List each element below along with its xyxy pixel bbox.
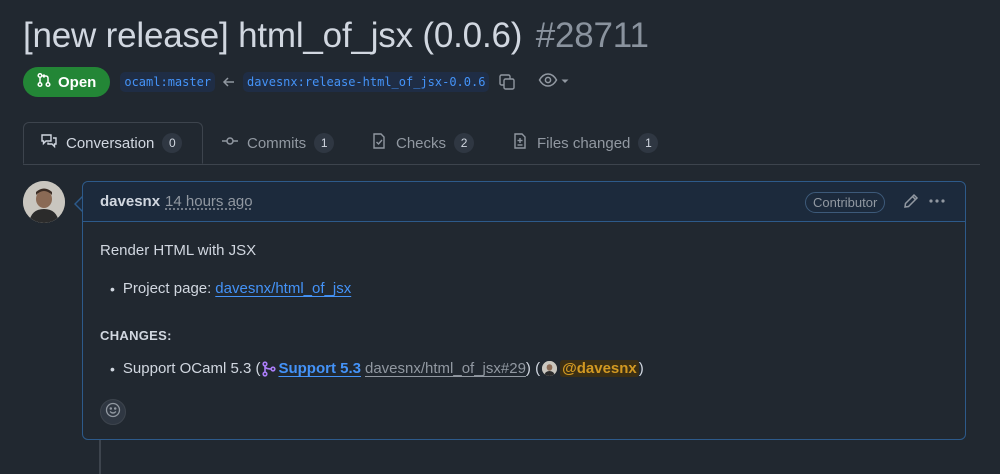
user-mention[interactable]: @davesnx [560,360,639,377]
checks-icon [370,132,388,154]
contributor-badge: Contributor [805,192,886,213]
tab-checks[interactable]: Checks 2 [370,122,475,164]
kebab-horizontal-icon[interactable] [928,193,946,213]
tab-count: 2 [454,133,475,153]
bullet: • [110,280,115,297]
tab-count: 1 [638,133,659,153]
chevron-down-icon [560,73,570,91]
arrow-left-icon [222,75,236,89]
file-diff-icon [511,132,529,154]
project-link[interactable]: davesnx/html_of_jsx [215,280,351,297]
tab-files-changed[interactable]: Files changed 1 [511,122,659,164]
eye-icon [538,72,558,93]
tab-conversation[interactable]: Conversation 0 [23,122,203,164]
watch-toggle[interactable] [538,72,570,93]
pr-ref[interactable]: davesnx/html_of_jsx#29 [365,360,526,377]
commit-icon [221,132,239,154]
tab-count: 1 [314,133,335,153]
changes-heading: CHANGES: [100,328,172,343]
avatar[interactable] [23,181,65,223]
list-item: • Project page: davesnx/html_of_jsx [110,280,351,297]
list-item: • Support OCaml 5.3 ( Support 5.3 davesn… [110,360,644,377]
mention-avatar [542,361,558,376]
tab-count: 0 [162,133,183,153]
conversation-icon [40,132,58,154]
timeline-line [99,440,101,474]
comment-intro: Render HTML with JSX [100,242,257,259]
base-branch[interactable]: ocaml:master [120,72,216,92]
paren-text: ) ( [525,360,541,377]
head-branch[interactable]: davesnx:release-html_of_jsx-0.0.6 [243,72,490,92]
tab-commits[interactable]: Commits 1 [221,122,335,164]
bullet: • [110,360,115,377]
tab-label: Files changed [537,134,631,152]
merged-pr-icon [262,360,277,377]
pencil-icon[interactable] [903,193,919,213]
close-paren: ) [638,360,644,377]
tab-label: Commits [247,134,307,152]
tab-label: Conversation [66,134,155,152]
pr-link[interactable]: Support 5.3 [278,360,361,377]
comment-timestamp[interactable]: 14 hours ago [165,193,253,210]
status-label: Open [58,73,97,91]
pr-number: #28711 [535,16,649,55]
comment-author[interactable]: davesnx [100,193,160,210]
pr-title-row: [new release] html_of_jsx (0.0.6) #28711 [23,16,649,56]
change-text: Support OCaml 5.3 ( [122,360,261,377]
project-label: Project page: [122,280,212,297]
tab-label: Checks [396,134,447,152]
pull-request-icon [36,72,52,92]
pr-tabs: Conversation 0 Commits 1 Checks 2 Files … [23,122,980,165]
pr-title: [new release] html_of_jsx (0.0.6) [23,16,523,55]
copy-icon[interactable] [498,73,516,91]
comment-box: davesnx 14 hours ago Contributor Render … [82,181,966,440]
comment-header: davesnx 14 hours ago Contributor [83,182,965,222]
smiley-icon [105,402,121,422]
add-reaction-button[interactable] [100,399,126,425]
pr-meta-row: Open ocaml:master davesnx:release-html_o… [23,66,570,98]
status-badge: Open [23,67,111,97]
